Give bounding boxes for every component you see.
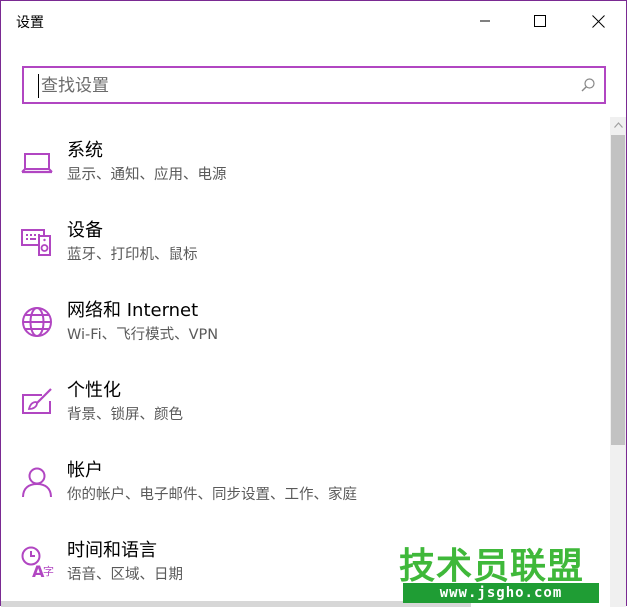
- category-personalization[interactable]: 个性化 背景、锁屏、颜色: [1, 361, 606, 441]
- person-icon: [22, 467, 52, 498]
- watermark-name: 技术员联盟: [399, 546, 585, 587]
- globe-icon: [22, 307, 52, 337]
- category-title: 帐户: [67, 460, 103, 481]
- category-system[interactable]: 系统 显示、通知、应用、电源: [1, 121, 606, 201]
- category-network[interactable]: 网络和 Internet Wi-Fi、飞行模式、VPN: [1, 281, 606, 361]
- search-input[interactable]: [38, 74, 571, 98]
- category-title: 时间和语言: [67, 540, 157, 561]
- minimize-icon: [480, 20, 490, 22]
- category-description: 语音、区域、日期: [67, 567, 183, 583]
- watermark-url: www.jsgho.com: [403, 583, 599, 603]
- window-title: 设置: [16, 15, 44, 31]
- watermark-logo: 技术员联盟 www.jsgho.com: [393, 533, 613, 607]
- close-icon: [591, 14, 605, 28]
- search-box[interactable]: [22, 66, 606, 104]
- search-icon[interactable]: [580, 77, 596, 93]
- category-description: Wi-Fi、飞行模式、VPN: [67, 327, 219, 343]
- settings-window: 设置 查找设置 系统 显示、通知、应用、电源 设备 蓝牙、打印机、鼠标 网络和 …: [0, 0, 627, 607]
- category-description: 蓝牙、打印机、鼠标: [67, 247, 198, 263]
- category-accounts[interactable]: 帐户 你的帐户、电子邮件、同步设置、工作、家庭: [1, 441, 606, 521]
- title-bar: 设置: [1, 1, 626, 41]
- laptop-icon: [21, 153, 53, 174]
- scroll-up-button[interactable]: [610, 117, 626, 133]
- category-title: 系统: [67, 140, 103, 161]
- category-title: 设备: [67, 220, 103, 241]
- scrollbar-thumb[interactable]: [611, 135, 625, 445]
- maximize-button[interactable]: [517, 1, 563, 41]
- devices-icon: [21, 229, 51, 256]
- chevron-up-icon: [613, 122, 623, 128]
- category-description: 显示、通知、应用、电源: [67, 167, 227, 183]
- close-button[interactable]: [575, 1, 621, 41]
- category-description: 背景、锁屏、颜色: [67, 407, 183, 423]
- svg-text:字: 字: [43, 564, 54, 578]
- category-title: 网络和 Internet: [67, 300, 199, 321]
- category-title: 个性化: [67, 380, 121, 401]
- maximize-icon: [534, 15, 546, 27]
- minimize-button[interactable]: [462, 1, 508, 41]
- category-description: 你的帐户、电子邮件、同步设置、工作、家庭: [67, 487, 357, 503]
- time-language-icon: A 字: [21, 546, 54, 579]
- category-devices[interactable]: 设备 蓝牙、打印机、鼠标: [1, 201, 606, 281]
- personalization-icon: [22, 388, 52, 414]
